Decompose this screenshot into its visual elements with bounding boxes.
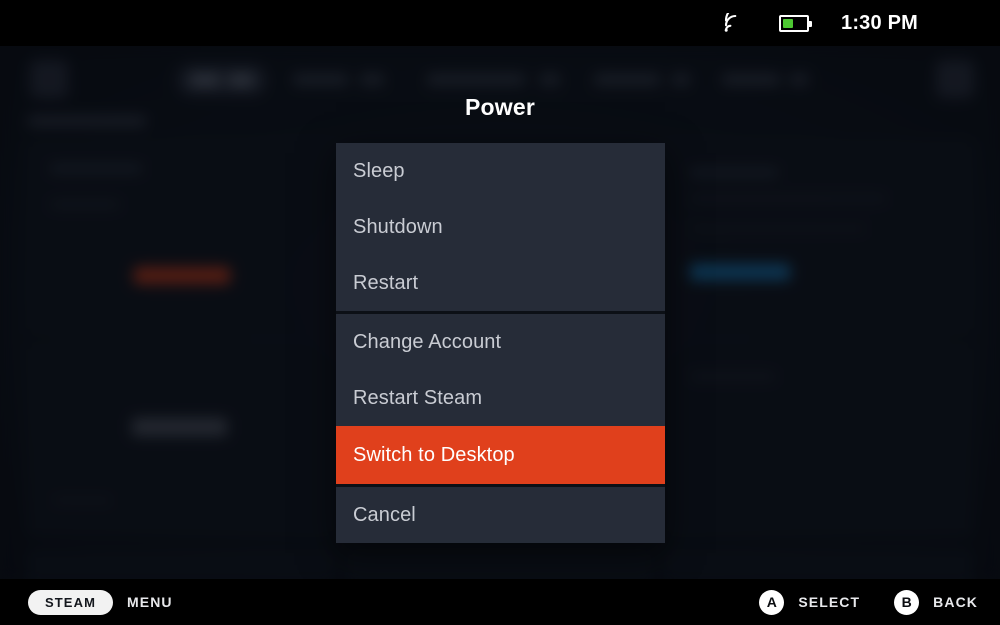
dialog-title: Power: [464, 94, 536, 120]
menu-item-shutdown[interactable]: Shutdown: [336, 199, 665, 255]
power-menu: Sleep Shutdown Restart Change Account Re…: [336, 143, 665, 543]
menu-item-restart-steam[interactable]: Restart Steam: [336, 370, 665, 426]
menu-group-power: Sleep Shutdown Restart: [336, 143, 665, 311]
status-bar: 1:30 PM: [0, 0, 1000, 46]
b-button-icon: B: [894, 589, 920, 615]
menu-label: MENU: [127, 594, 173, 610]
menu-item-change-account[interactable]: Change Account: [336, 314, 665, 370]
bottom-bar: STEAM MENU A SELECT B BACK: [0, 579, 1000, 625]
steam-deck-screen: 1:30 PM Power Sleep Shutdown Restart Cha…: [0, 0, 1000, 625]
select-label: SELECT: [798, 594, 861, 610]
action-select[interactable]: A SELECT: [759, 589, 861, 615]
menu-item-sleep[interactable]: Sleep: [336, 143, 665, 199]
menu-group-cancel: Cancel: [336, 484, 665, 543]
battery-icon: [779, 14, 812, 32]
clock: 1:30 PM: [841, 11, 918, 34]
wifi-icon: [723, 13, 745, 33]
menu-item-switch-to-desktop[interactable]: Switch to Desktop: [336, 426, 665, 484]
steam-button[interactable]: STEAM: [28, 589, 113, 615]
menu-item-restart[interactable]: Restart: [336, 255, 665, 311]
menu-group-session: Change Account Restart Steam Switch to D…: [336, 311, 665, 484]
menu-item-cancel[interactable]: Cancel: [336, 487, 665, 543]
action-back[interactable]: B BACK: [894, 589, 978, 615]
a-button-icon: A: [759, 589, 785, 615]
back-label: BACK: [933, 594, 978, 610]
